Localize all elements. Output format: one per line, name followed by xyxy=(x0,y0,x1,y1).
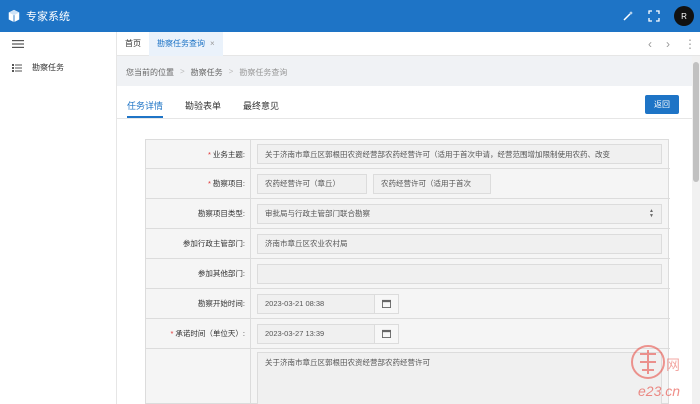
list-icon xyxy=(12,63,22,72)
tab-final-opinion[interactable]: 最终意见 xyxy=(243,94,279,118)
field-label: 勘察项目类型: xyxy=(146,199,251,228)
description-textarea[interactable]: 关于济南市章丘区郭根田农资经营部农药经营许可 xyxy=(257,352,662,404)
row-start-time: 勘察开始时间: 2023-03-21 08:38 xyxy=(146,289,670,319)
field-label: * 勘察项目: xyxy=(146,169,251,198)
task-form: * 业务主题: 关于济南市章丘区郭根田农资经营部农药经营许可（适用于首次申请，经营… xyxy=(145,139,670,404)
tab-label: 勘察任务查询 xyxy=(157,39,205,48)
calendar-icon[interactable] xyxy=(375,293,399,314)
tabs-divider xyxy=(117,118,692,119)
breadcrumb-item-survey-tasks[interactable]: 勘察任务 xyxy=(191,67,223,78)
fullscreen-icon[interactable] xyxy=(648,10,660,22)
tab-home[interactable]: 首页 xyxy=(117,32,149,56)
calendar-icon[interactable] xyxy=(375,323,399,344)
more-vertical-icon[interactable]: ⋮ xyxy=(684,37,696,51)
start-time-field[interactable]: 2023-03-21 08:38 xyxy=(257,293,375,314)
field-label: 参加行政主管部门: xyxy=(146,229,251,258)
field-label: 参加其他部门: xyxy=(146,259,251,288)
breadcrumb-current: 勘察任务查询 xyxy=(239,68,288,77)
chevron-left-icon[interactable]: ‹ xyxy=(648,37,652,51)
select-value: 审批局与行政主管部门联合勘察 xyxy=(265,209,370,218)
content-tabs: 任务详情 勘验表单 最终意见 xyxy=(127,94,301,118)
tab-label: 首页 xyxy=(125,39,141,48)
row-description: 关于济南市章丘区郭根田农资经营部农药经营许可 xyxy=(146,349,670,404)
field-label xyxy=(146,349,251,404)
breadcrumb-separator: > xyxy=(180,67,185,76)
breadcrumb-separator: > xyxy=(228,67,234,76)
sidebar-item-label: 勘察任务 xyxy=(32,63,64,72)
survey-item-tag[interactable]: 农药经营许可（章丘） xyxy=(257,173,367,194)
other-dept-field[interactable] xyxy=(257,263,662,284)
chevron-right-icon[interactable]: › xyxy=(666,37,670,51)
watermark-logo: 网 e23.cn xyxy=(618,340,698,400)
brand[interactable]: 专家系统 xyxy=(0,8,70,24)
task-detail-card: 任务详情 勘验表单 最终意见 返回 * 业务主题: 关于济南市章丘区郭根田农资经营… xyxy=(117,86,692,404)
scrollbar-thumb[interactable] xyxy=(693,62,699,182)
business-subject-field[interactable]: 关于济南市章丘区郭根田农资经营部农药经营许可（适用于首次申请，经营范围增加限制使… xyxy=(257,144,662,164)
breadcrumb: 您当前的位置 > 勘察任务 > 勘察任务查询 xyxy=(126,67,293,78)
row-other-dept: 参加其他部门: xyxy=(146,259,670,289)
tab-task-details[interactable]: 任务详情 xyxy=(127,94,164,118)
admin-dept-field[interactable]: 济南市章丘区农业农村局 xyxy=(257,233,662,254)
tab-inspection-form[interactable]: 勘验表单 xyxy=(185,94,221,118)
tab-survey-task-query[interactable]: 勘察任务查询 × xyxy=(149,31,223,56)
survey-type-select[interactable]: 审批局与行政主管部门联合勘察 ▲ ▼ xyxy=(257,203,662,224)
page-tabs-bar: 首页 勘察任务查询 × ‹ › ⋮ xyxy=(117,31,700,56)
top-bar: 专家系统 R xyxy=(0,0,700,32)
magic-wand-icon[interactable] xyxy=(622,10,634,22)
select-arrows-icon: ▲ ▼ xyxy=(649,207,654,219)
breadcrumb-prefix: 您当前的位置 xyxy=(126,68,174,77)
row-business-subject: * 业务主题: 关于济南市章丘区郭根田农资经营部农药经营许可（适用于首次申请，经营… xyxy=(146,140,670,169)
watermark-text: e23.cn xyxy=(638,383,680,399)
promise-time-field[interactable]: 2023-03-27 13:39 xyxy=(257,323,375,344)
survey-item-tag[interactable]: 农药经营许可（适用于首次 xyxy=(373,173,491,194)
cube-icon xyxy=(8,9,20,23)
field-label: * 业务主题: xyxy=(146,140,251,168)
field-label: * 承诺时间（单位天）: xyxy=(146,319,251,348)
hamburger-menu-icon[interactable] xyxy=(12,38,24,50)
sidebar-item-survey-tasks[interactable]: 勘察任务 xyxy=(12,62,64,73)
avatar[interactable]: R xyxy=(674,6,694,26)
back-button[interactable]: 返回 xyxy=(645,95,679,114)
sidebar: 勘察任务 xyxy=(0,32,117,404)
svg-text:网: 网 xyxy=(666,358,680,374)
field-label: 勘察开始时间: xyxy=(146,289,251,318)
app-title: 专家系统 xyxy=(26,11,70,23)
row-survey-type: 勘察项目类型: 审批局与行政主管部门联合勘察 ▲ ▼ xyxy=(146,199,670,229)
close-icon[interactable]: × xyxy=(210,39,215,48)
row-promise-time: * 承诺时间（单位天）: 2023-03-27 13:39 xyxy=(146,319,670,349)
row-survey-items: * 勘察项目: 农药经营许可（章丘） 农药经营许可（适用于首次 xyxy=(146,169,670,199)
row-admin-dept: 参加行政主管部门: 济南市章丘区农业农村局 xyxy=(146,229,670,259)
